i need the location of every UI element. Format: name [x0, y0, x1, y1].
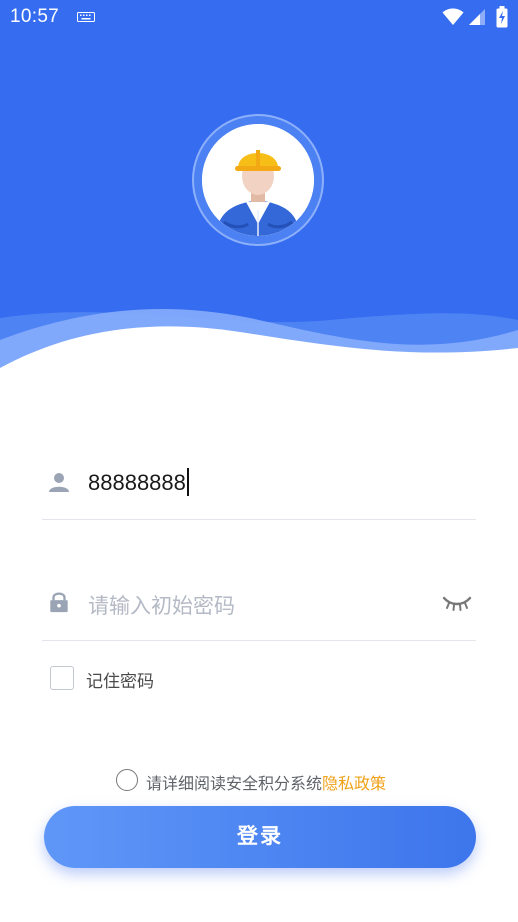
lock-icon — [50, 592, 68, 613]
login-button[interactable]: 登录 — [44, 806, 476, 868]
password-input[interactable]: 请输入初始密码 — [88, 590, 235, 620]
wifi-icon — [442, 8, 464, 25]
wave-decoration — [0, 309, 518, 370]
worker-avatar-icon — [202, 124, 314, 236]
username-input[interactable]: 88888888 — [88, 470, 186, 495]
eye-closed-icon[interactable] — [442, 594, 472, 612]
privacy-policy-text: 请详细阅读安全积分系统 — [146, 774, 323, 793]
privacy-policy-link[interactable]: 隐私政策 — [322, 774, 386, 793]
username-field[interactable]: 88888888 — [42, 450, 476, 520]
password-field[interactable]: 请输入初始密码 — [42, 572, 476, 641]
keyboard-icon — [77, 12, 95, 22]
status-time: 10:57 — [10, 6, 60, 27]
status-bar: 10:57 — [0, 0, 518, 36]
remember-password-checkbox[interactable] — [50, 666, 74, 690]
user-icon — [49, 473, 69, 492]
text-caret — [186, 468, 189, 496]
avatar-ring — [192, 114, 324, 246]
battery-charging-icon — [496, 6, 508, 28]
signal-icon — [469, 9, 485, 25]
remember-password-label: 记住密码 — [86, 672, 154, 692]
header-banner: 10:57 — [0, 0, 518, 370]
privacy-policy-agreement: 请详细阅读安全积分系统隐私政策 — [116, 769, 436, 793]
privacy-agree-radio[interactable] — [116, 769, 138, 791]
